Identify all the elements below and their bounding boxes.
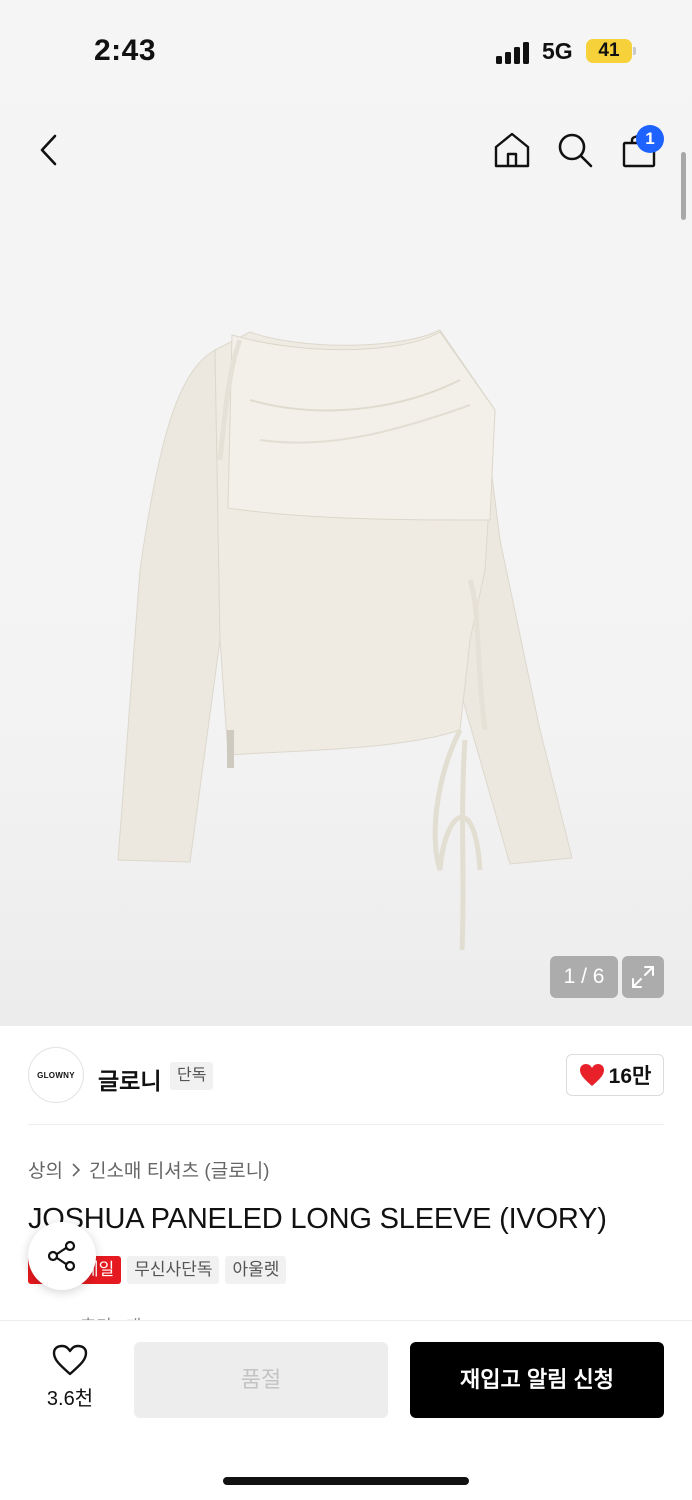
- brand-like-count: 16만: [608, 1065, 652, 1088]
- search-button[interactable]: [550, 125, 600, 175]
- product-image[interactable]: [100, 310, 600, 970]
- divider: [28, 1124, 664, 1125]
- back-button[interactable]: [24, 125, 74, 175]
- tag-exclusive: 무신사단독: [127, 1256, 220, 1284]
- share-icon: [47, 1240, 76, 1272]
- product-title: JOSHUA PANELED LONG SLEEVE (IVORY): [28, 1203, 607, 1235]
- restock-alert-button[interactable]: 재입고 알림 신청: [410, 1342, 664, 1418]
- home-icon: [494, 132, 530, 168]
- search-icon: [558, 133, 593, 168]
- wishlist-button[interactable]: 3.6천: [30, 1344, 110, 1416]
- brand-name[interactable]: 글로니: [98, 1062, 161, 1096]
- network-type: 5G: [542, 38, 573, 64]
- cart-count-badge: 1: [636, 125, 664, 153]
- battery-tip: [633, 47, 636, 55]
- signal-icon: [496, 42, 529, 64]
- brand-logo[interactable]: GLOWNY: [28, 1047, 84, 1103]
- chevron-right-icon: [72, 1162, 81, 1177]
- home-indicator: [223, 1477, 469, 1485]
- expand-icon: [632, 966, 654, 988]
- brand-exclusive-badge: 단독: [170, 1062, 214, 1090]
- battery-icon: 41: [586, 39, 632, 63]
- heart-filled-icon: [579, 1064, 604, 1086]
- breadcrumb: 상의 긴소매 티셔츠 (글로니): [28, 1156, 270, 1183]
- brand-like-button[interactable]: 16만: [566, 1054, 664, 1096]
- breadcrumb-subcategory[interactable]: 긴소매 티셔츠 (글로니): [89, 1156, 270, 1183]
- rating-summary: ★ 4.8 후기 9개: [32, 1312, 141, 1320]
- heart-outline-icon: [52, 1344, 88, 1376]
- share-button[interactable]: [28, 1222, 96, 1290]
- image-counter: 1 / 6: [550, 956, 618, 998]
- status-time: 2:43: [94, 34, 157, 67]
- soldout-button[interactable]: 품절: [134, 1342, 388, 1418]
- breadcrumb-category[interactable]: 상의: [28, 1156, 63, 1183]
- wishlist-count: 3.6천: [46, 1388, 94, 1410]
- home-button[interactable]: [487, 125, 537, 175]
- expand-image-button[interactable]: [622, 956, 664, 998]
- chevron-left-icon: [40, 134, 57, 166]
- scroll-indicator: [681, 152, 686, 220]
- status-bar: 2:43 5G 41: [0, 0, 692, 100]
- tag-outlet: 아울렛: [225, 1256, 287, 1284]
